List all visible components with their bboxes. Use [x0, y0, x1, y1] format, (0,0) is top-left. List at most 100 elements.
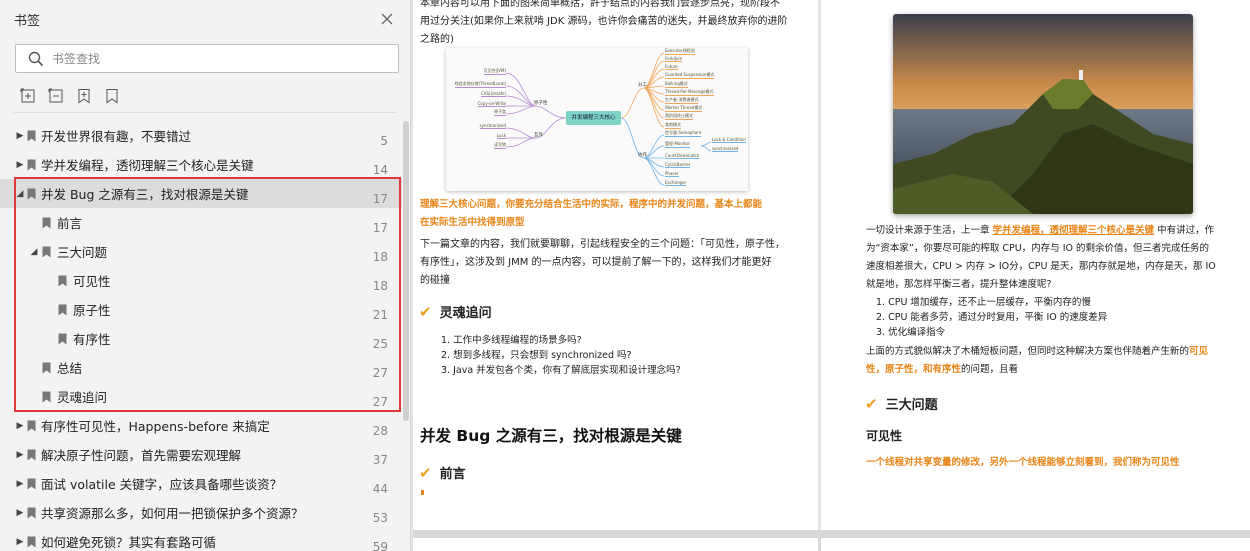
expand-arrow-icon[interactable]: ▶ — [15, 508, 25, 518]
page-separator — [413, 530, 1250, 551]
visibility-heading: 可见性 — [866, 429, 903, 443]
bookmark-panel-header: 书签 — [0, 0, 410, 38]
bookmark-item[interactable]: 灵魂追问 27 — [0, 382, 402, 411]
bookmark-flag-icon — [42, 391, 51, 402]
bookmark-scrollbar[interactable] — [403, 121, 409, 421]
bookmark-flag-icon — [58, 304, 67, 315]
collapse-arrow-icon[interactable]: ◢ — [29, 247, 39, 257]
next-page-left-edge — [413, 538, 818, 551]
list-item: 1. 工作中多线程编程的场景多吗? — [441, 335, 582, 346]
mind-map-center-label: 并发编程三大核心 — [571, 115, 616, 121]
mind-map-node: Fork/Join — [665, 56, 683, 62]
bookmark-flag-icon — [27, 449, 36, 460]
mind-map-node: Lock — [496, 133, 506, 139]
close-icon[interactable] — [380, 12, 394, 26]
bookmark-item[interactable]: ▶ 如何避免死锁？其实有套路可循 59 — [0, 527, 402, 551]
mind-map-node: Phaser — [665, 171, 679, 177]
check-icon: ✔ — [419, 463, 432, 482]
add-bookmark-icon[interactable] — [76, 88, 92, 104]
expand-arrow-icon[interactable]: ▶ — [15, 537, 25, 547]
mind-map-diagram: 并发编程三大核心 可见性(JVM) 线程本地存储(ThreadLocal) CAS(… — [446, 48, 748, 191]
check-icon: ✔ — [865, 394, 878, 413]
bookmark-label: 面试 volatile 关键字，应该具备哪些谈资？ — [41, 477, 283, 492]
bookmark-label: 解决原子性问题，首先需要宏观理解 — [41, 448, 242, 463]
coastal-landscape-image — [893, 14, 1193, 214]
preface-heading: ✔ 前言 — [419, 463, 466, 483]
chapter-link[interactable]: 学并发编程，透彻理解三个核心是关键 — [993, 225, 1155, 236]
expand-arrow-icon[interactable]: ▶ — [15, 160, 25, 170]
bookmark-label: 有序性 — [73, 332, 111, 347]
bookmark-label: 有序性可见性，Happens-before 来搞定 — [41, 419, 270, 434]
search-icon — [28, 51, 44, 66]
bookmark-page-number: 18 — [372, 279, 388, 293]
expand-arrow-icon[interactable]: ▶ — [15, 421, 25, 431]
bookmark-label: 共享资源那么多，如何用一把锁保护多个资源？ — [41, 506, 304, 521]
bookmark-item[interactable]: ◢ 三大问题 18 — [0, 237, 402, 266]
bookmark-icon[interactable] — [104, 88, 120, 104]
highlight-paragraph: 理解三大核心问题，你要充分结合生活中的实际，程序中的并发问题，基本上都能 在实际… — [420, 199, 763, 228]
mind-map-node: 可见性(JVM) — [483, 68, 506, 75]
collapse-arrow-icon[interactable]: ◢ — [15, 189, 25, 199]
collapse-all-icon[interactable] — [48, 88, 64, 104]
bookmark-flag-icon — [27, 507, 36, 518]
bookmark-flag-icon — [27, 159, 36, 170]
bookmark-item[interactable]: 可见性 18 — [0, 266, 402, 295]
list-item: 3. 优化编译指令 — [876, 327, 946, 338]
bookmark-item[interactable]: 有序性 25 — [0, 324, 402, 353]
mind-map-node: Copy-on-Write — [477, 101, 506, 107]
bookmark-flag-icon — [27, 420, 36, 431]
bookmark-item[interactable]: ▶ 有序性可见性，Happens-before 来搞定 28 — [0, 411, 402, 440]
list-item: 2. CPU 能者多劳，通过分时复用，平衡 IO 的速度差异 — [876, 312, 1108, 323]
conclusion-paragraph: 上面的方式貌似解决了木桶短板问题，但同时这种解决方案也伴随着产生新的可见 性，原… — [866, 346, 1209, 375]
bookmark-flag-icon — [42, 246, 51, 257]
bookmark-item[interactable]: ▶ 面试 volatile 关键字，应该具备哪些谈资？ 44 — [0, 469, 402, 498]
bookmark-search-input[interactable] — [52, 51, 372, 66]
bookmark-flag-icon — [42, 362, 51, 373]
bookmark-item[interactable]: ▶ 学并发编程，透彻理解三个核心是关键 14 — [0, 150, 402, 179]
mind-map-node: CountDownLatch — [665, 153, 700, 159]
bookmark-item[interactable]: 总结 27 — [0, 353, 402, 382]
bookmark-label: 并发 Bug 之源有三，找对根源是关键 — [41, 187, 249, 202]
bookmark-item[interactable]: 前言 17 — [0, 208, 402, 237]
bookmark-page-number: 18 — [372, 250, 388, 264]
bookmark-label: 如何避免死锁？其实有套路可循 — [41, 535, 217, 550]
next-page-right-edge — [821, 538, 1250, 551]
mind-map-node: 生产者-消费者模式 — [665, 97, 699, 104]
check-icon: ✔ — [881, 0, 889, 3]
mind-map-node: Thread-Per-Message模式 — [665, 89, 714, 96]
mind-map-node: Future — [665, 64, 678, 70]
bookmark-item[interactable]: ◢ 并发 Bug 之源有三，找对根源是关键 17 — [0, 179, 402, 208]
mind-map-node: 原子类 — [494, 109, 506, 116]
bookmark-page-number: 14 — [372, 163, 388, 177]
bookmark-label: 前言 — [57, 216, 83, 231]
intro-paragraph: 本章内容可以用下面的图来简单概括，許于结点的内容我们会逐步点亮，现阶段不 用过分… — [420, 0, 788, 45]
bookmark-item[interactable]: ▶ 解决原子性问题，首先需要宏观理解 37 — [0, 440, 402, 469]
bookmark-flag-icon — [27, 188, 36, 199]
bookmark-page-number: 17 — [372, 221, 388, 235]
expand-all-icon[interactable] — [20, 88, 36, 104]
mind-map-node: 其他模式 — [665, 122, 681, 129]
bookmark-item[interactable]: ▶ 开发世界很有趣，不要错过 5 — [0, 121, 402, 150]
soul-question-list: 1. 工作中多线程编程的场景多吗? 2. 想到多线程，只会想到 synchron… — [441, 333, 681, 378]
chapter-title: 并发 Bug 之源有三，找对根源是关键 — [420, 427, 682, 445]
bookmark-label: 三大问题 — [57, 245, 108, 260]
mind-map-node: synchronized — [479, 123, 506, 129]
bookmark-label: 学并发编程，透彻理解三个核心是关键 — [41, 158, 254, 173]
expand-arrow-icon[interactable]: ▶ — [15, 479, 25, 489]
mind-map-node: Exchanger — [665, 180, 687, 186]
visibility-definition: 一个线程对共享变量的修改，另外一个线程能够立刻看到，我们称为可见性 — [866, 457, 1180, 468]
text-cursor-mark — [421, 490, 424, 495]
bookmark-search-box[interactable] — [15, 44, 399, 73]
bookmark-page-number: 37 — [372, 453, 388, 467]
bookmark-item[interactable]: 原子性 21 — [0, 295, 402, 324]
bookmark-page-number: 44 — [372, 482, 388, 496]
expand-arrow-icon[interactable]: ▶ — [15, 131, 25, 141]
mind-map-node: 读写锁 — [494, 142, 506, 149]
expand-arrow-icon[interactable]: ▶ — [15, 450, 25, 460]
mind-map-node: CyclicBarrier — [665, 162, 691, 168]
bookmark-item[interactable]: ▶ 共享资源那么多，如何用一把锁保护多个资源？ 53 — [0, 498, 402, 527]
design-paragraph: 一切设计来源于生活，上一章 学并发编程，透彻理解三个核心是关键 中有讲过，作 为… — [866, 225, 1216, 290]
bookmark-flag-icon — [27, 130, 36, 141]
bookmark-page-number: 53 — [372, 511, 388, 525]
bookmark-flag-icon — [42, 217, 51, 228]
